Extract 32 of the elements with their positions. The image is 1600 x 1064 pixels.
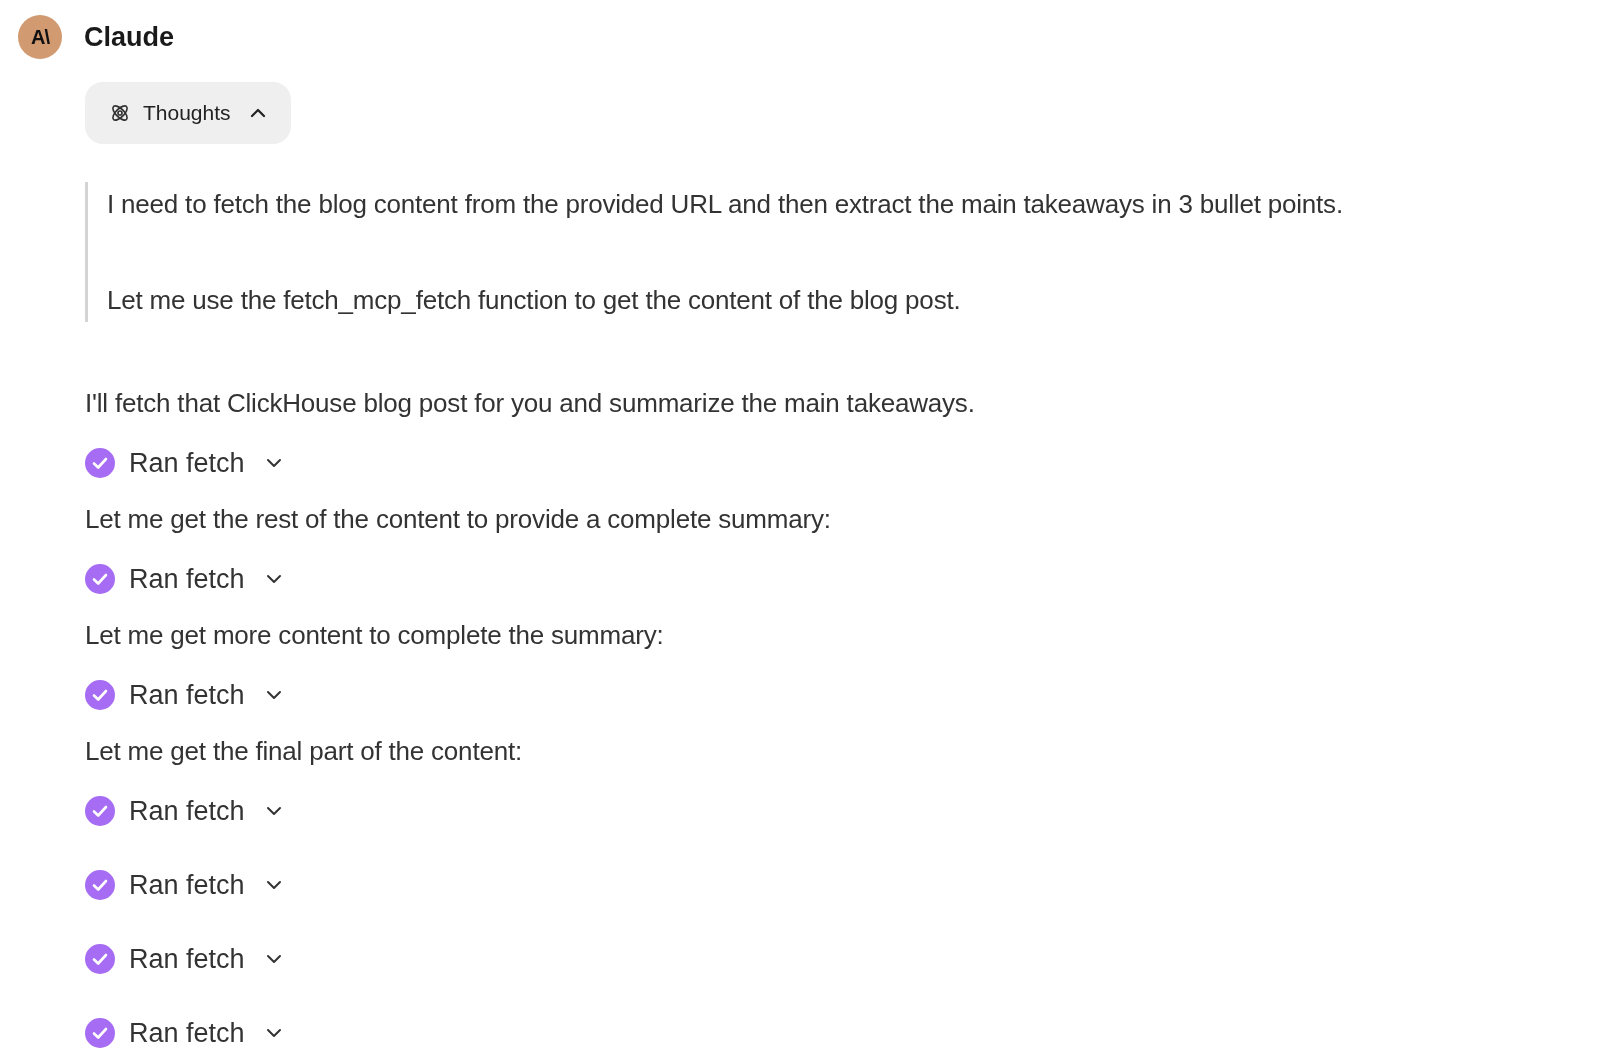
check-icon <box>85 448 115 478</box>
check-icon <box>85 1018 115 1048</box>
chevron-up-icon <box>248 107 267 119</box>
message-text: Let me get more content to complete the summary: <box>85 619 664 652</box>
check-icon <box>85 796 115 826</box>
thought-paragraph: I need to fetch the blog content from the provided URL and then extract the main takeaways in 3 bullet points. <box>107 188 1344 221</box>
message-text: Let me get the final part of the content: <box>85 735 522 768</box>
atom-icon <box>109 102 131 124</box>
tool-call-toggle[interactable]: Ran fetch <box>85 939 283 979</box>
chevron-down-icon <box>264 457 283 469</box>
message-text: I'll fetch that ClickHouse blog post for you and summarize the main takeaways. <box>85 387 975 420</box>
chevron-down-icon <box>264 573 283 585</box>
check-icon <box>85 680 115 710</box>
chevron-down-icon <box>264 879 283 891</box>
chevron-down-icon <box>264 689 283 701</box>
chevron-down-icon <box>264 805 283 817</box>
check-icon <box>85 564 115 594</box>
tool-call-toggle[interactable]: Ran fetch <box>85 865 283 905</box>
chevron-down-icon <box>264 1027 283 1039</box>
message-text: Let me get the rest of the content to provide a complete summary: <box>85 503 831 536</box>
tool-call-toggle[interactable]: Ran fetch <box>85 1013 283 1053</box>
check-icon <box>85 870 115 900</box>
tool-call-toggle[interactable]: Ran fetch <box>85 443 283 483</box>
tool-call-toggle[interactable]: Ran fetch <box>85 791 283 831</box>
thought-paragraph: Let me use the fetch_mcp_fetch function to get the content of the blog post. <box>107 284 962 317</box>
chevron-down-icon <box>264 953 283 965</box>
tool-call-toggle[interactable]: Ran fetch <box>85 559 283 599</box>
assistant-name: Claude <box>84 21 175 53</box>
avatar: A\ <box>18 15 62 59</box>
tool-call-toggle[interactable]: Ran fetch <box>85 675 283 715</box>
check-icon <box>85 944 115 974</box>
thoughts-toggle[interactable]: Thoughts <box>85 82 291 144</box>
